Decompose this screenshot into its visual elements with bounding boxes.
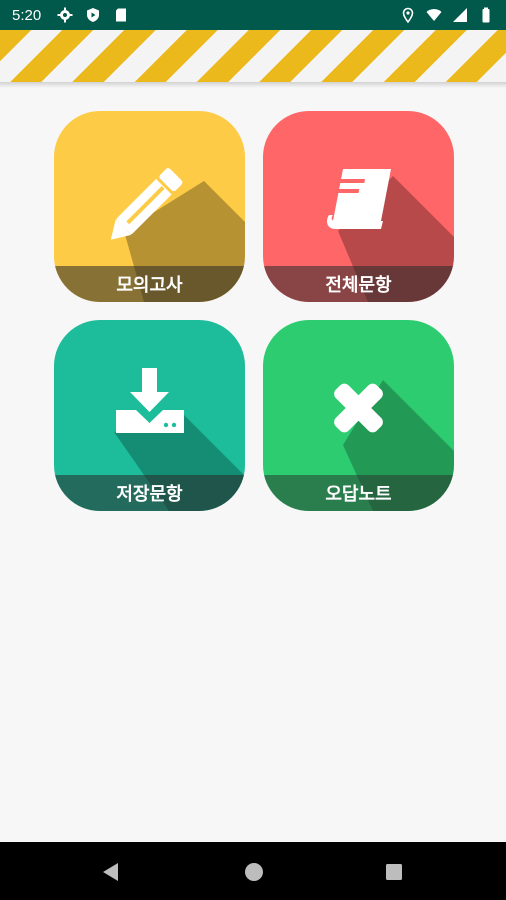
saved-questions-button[interactable]: 저장문항 bbox=[54, 320, 245, 511]
sd-card-icon bbox=[113, 7, 129, 23]
banner-shadow bbox=[0, 82, 506, 88]
battery-icon bbox=[478, 7, 494, 23]
signal-icon bbox=[452, 7, 468, 23]
mock-exam-label-bar: 모의고사 bbox=[54, 266, 245, 302]
status-time: 5:20 bbox=[12, 6, 42, 24]
back-icon[interactable] bbox=[100, 861, 122, 883]
app-screen: 5:20 모의고사 전체문항 저장문항 오답노트 bbox=[0, 0, 506, 900]
location-icon bbox=[400, 7, 416, 23]
hazard-stripe-banner bbox=[0, 30, 506, 82]
wrong-answer-note-label: 오답노트 bbox=[325, 484, 392, 505]
recents-icon[interactable] bbox=[383, 861, 405, 883]
wrong-answer-note-label-bar: 오답노트 bbox=[263, 475, 454, 511]
saved-questions-label-bar: 저장문항 bbox=[54, 475, 245, 511]
all-questions-label-bar: 전체문항 bbox=[263, 266, 454, 302]
navigation-bar bbox=[0, 842, 506, 900]
all-questions-button[interactable]: 전체문항 bbox=[263, 111, 454, 302]
saved-questions-label: 저장문항 bbox=[116, 484, 183, 505]
wrong-answer-note-button[interactable]: 오답노트 bbox=[263, 320, 454, 511]
mock-exam-label: 모의고사 bbox=[116, 275, 183, 296]
wifi-icon bbox=[426, 7, 442, 23]
shield-play-icon bbox=[85, 7, 101, 23]
home-icon[interactable] bbox=[243, 861, 265, 883]
all-questions-label: 전체문항 bbox=[325, 275, 392, 296]
status-bar: 5:20 bbox=[0, 0, 506, 30]
gear-icon bbox=[57, 7, 73, 23]
mock-exam-button[interactable]: 모의고사 bbox=[54, 111, 245, 302]
